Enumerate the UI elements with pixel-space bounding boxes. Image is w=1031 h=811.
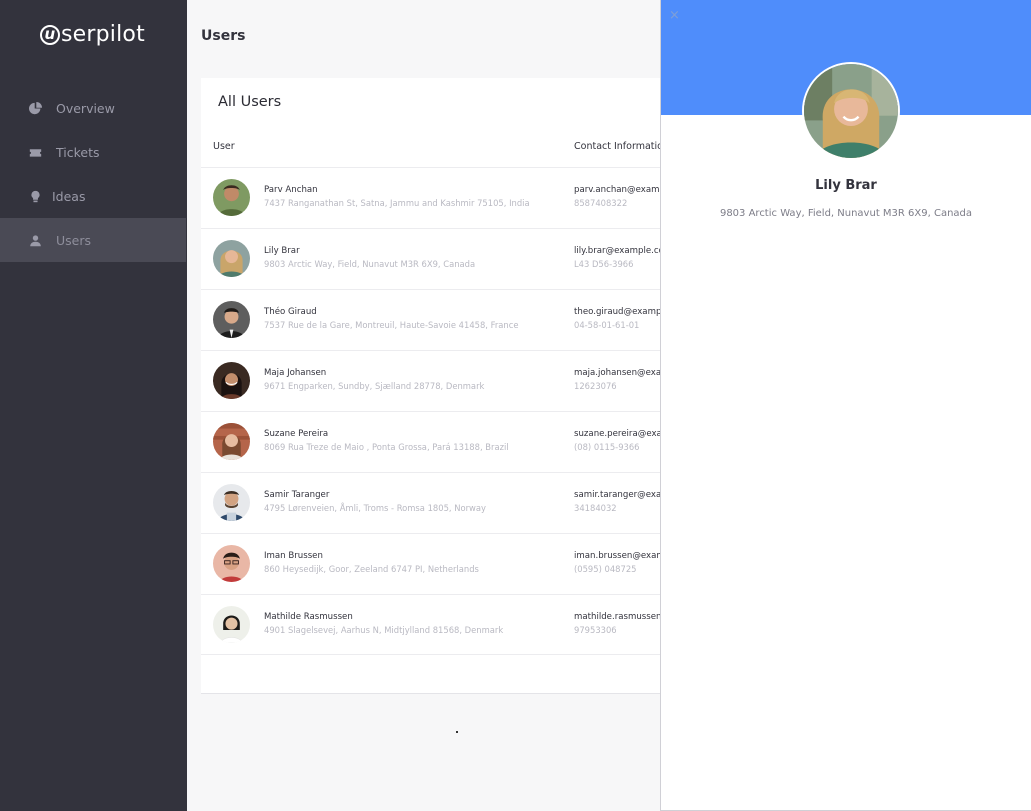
user-name: Samir Taranger [264,490,330,500]
profile-avatar [802,62,900,160]
sidebar-item-label: Overview [56,100,115,116]
table-row[interactable]: Lily Brar 9803 Arctic Way, Field, Nunavu… [201,228,671,289]
users-card: All Users User Contact Information Parv … [201,78,671,694]
sidebar-item-users[interactable]: Users [0,218,186,262]
avatar [213,179,250,216]
sidebar-item-ideas[interactable]: Ideas [0,174,187,218]
user-name: Parv Anchan [264,185,318,195]
table-row[interactable]: Mathilde Rasmussen 4901 Slagelsevej, Aar… [201,594,671,655]
avatar [213,606,250,643]
users-table: Parv Anchan 7437 Ranganathan St, Satna, … [201,167,671,655]
user-icon [28,233,42,247]
column-header-contact: Contact Information [574,141,669,152]
user-address: 7437 Ranganathan St, Satna, Jammu and Ka… [264,198,530,208]
logo-initial: u [40,24,60,45]
avatar [213,484,250,521]
table-row[interactable]: Théo Giraud 7537 Rue de la Gare, Montreu… [201,289,671,350]
user-email: theo.giraud@example.com [574,307,671,317]
column-header-user: User [213,141,235,152]
user-phone: L43 D56-3966 [574,259,634,269]
avatar [213,423,250,460]
user-phone: (0595) 048725 [574,564,637,574]
table-row[interactable]: Samir Taranger 4795 Lørenveien, Åmli, Tr… [201,472,671,533]
pie-chart-icon [28,101,42,115]
user-address: 4901 Slagelsevej, Aarhus N, Midtjylland … [264,625,504,635]
user-name: Lily Brar [264,246,300,256]
table-row[interactable]: Iman Brussen 860 Heysedijk, Goor, Zeelan… [201,533,671,594]
user-address: 9803 Arctic Way, Field, Nunavut M3R 6X9,… [264,259,476,269]
avatar [213,240,250,277]
user-phone: 34184032 [574,503,617,513]
user-phone: 8587408322 [574,198,628,208]
user-email: lily.brar@example.com [574,246,671,256]
avatar [213,362,250,399]
user-phone: 04-58-01-61-01 [574,320,640,330]
sidebar-item-tickets[interactable]: Tickets [0,130,187,174]
user-phone: (08) 0115-9366 [574,442,640,452]
sidebar-item-label: Tickets [56,144,100,160]
userpilot-logo[interactable]: u serpilot [40,22,145,47]
card-title: All Users [218,94,282,110]
user-name: Mathilde Rasmussen [264,612,353,622]
user-address: 9671 Engparken, Sundby, Sjælland 28778, … [264,381,485,391]
user-address: 8069 Rua Treze de Maio , Ponta Grossa, P… [264,442,509,452]
user-email: mathilde.rasmussen@example.com [574,612,671,622]
sidebar: u serpilot Overview Tickets Ideas Users [0,0,187,811]
avatar [213,545,250,582]
sidebar-item-label: Users [56,232,92,248]
user-name: Suzane Pereira [264,429,329,439]
user-email: samir.taranger@example.com [574,490,671,500]
table-row[interactable]: Maja Johansen 9671 Engparken, Sundby, Sj… [201,350,671,411]
logo-text: serpilot [61,22,145,47]
user-email: parv.anchan@example.com [574,185,671,195]
profile-name: Lily Brar [815,178,877,193]
user-name: Théo Giraud [264,307,317,317]
user-detail-drawer: × Lily Brar 9803 Arctic Way, Field, Nuna… [660,0,1031,811]
sidebar-item-overview[interactable]: Overview [0,86,187,130]
table-row[interactable]: Parv Anchan 7437 Ranganathan St, Satna, … [201,167,671,228]
lightbulb-icon [28,189,42,203]
user-email: maja.johansen@example.com [574,368,671,378]
table-row[interactable]: Suzane Pereira 8069 Rua Treze de Maio , … [201,411,671,472]
user-name: Iman Brussen [264,551,323,561]
user-address: 7537 Rue de la Gare, Montreuil, Haute-Sa… [264,320,519,330]
user-address: 4795 Lørenveien, Åmli, Troms - Romsa 180… [264,503,486,513]
profile-address: 9803 Arctic Way, Field, Nunavut M3R 6X9,… [719,208,973,219]
user-email: iman.brussen@example.com [574,551,671,561]
sidebar-nav: Overview Tickets Ideas Users [0,86,187,262]
loading-dot [456,731,458,733]
user-address: 860 Heysedijk, Goor, Zeeland 6747 PI, Ne… [264,564,479,574]
user-name: Maja Johansen [264,368,327,378]
user-phone: 12623076 [574,381,617,391]
close-icon[interactable]: × [669,8,680,23]
sidebar-item-label: Ideas [52,188,86,204]
ticket-icon [28,145,42,159]
page-title: Users [201,28,246,44]
user-phone: 97953306 [574,625,617,635]
avatar [213,301,250,338]
user-email: suzane.pereira@example.com [574,429,671,439]
